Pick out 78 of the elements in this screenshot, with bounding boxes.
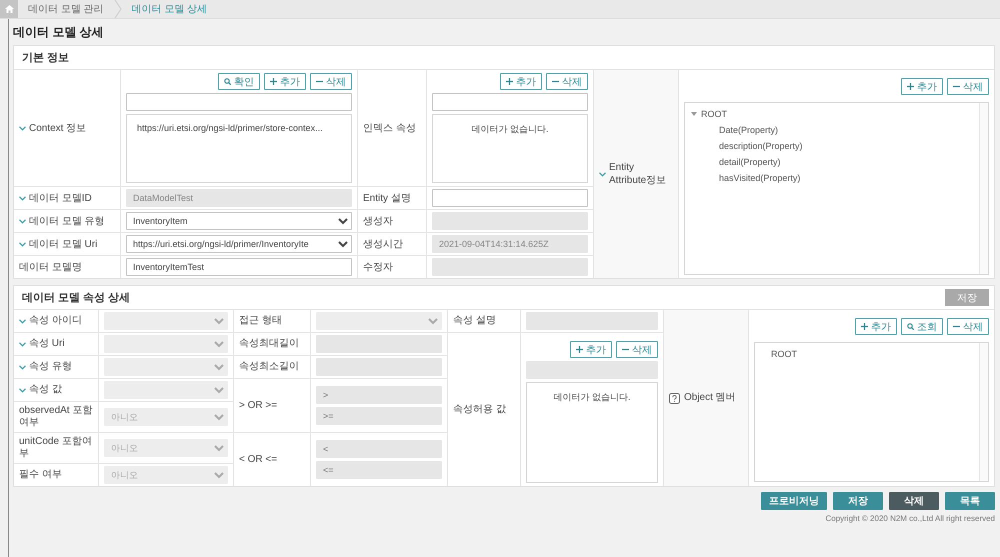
minus-icon bbox=[622, 346, 629, 353]
help-icon bbox=[669, 392, 680, 404]
field-label: 속성 Uri bbox=[29, 338, 65, 350]
page-title: 데이터 모델 상세 bbox=[13, 24, 105, 41]
add-button[interactable]: 추가 bbox=[855, 318, 897, 335]
dropdown[interactable]: https://uri.etsi.org/ngsi-ld/primer/InventoryIte bbox=[126, 235, 352, 253]
tree-node[interactable]: detail(Property) bbox=[719, 154, 781, 170]
tree-node[interactable]: ROOT bbox=[771, 346, 797, 362]
search-icon bbox=[224, 78, 231, 85]
text-field[interactable] bbox=[432, 189, 588, 207]
add-button[interactable]: 추가 bbox=[500, 73, 542, 90]
field-label: 데이터 모델 Uri bbox=[29, 238, 98, 251]
field-label: 속성최소길이 bbox=[239, 361, 299, 373]
field-label: > OR >= bbox=[239, 400, 278, 412]
action-button[interactable]: 삭제 bbox=[889, 492, 939, 510]
dropdown[interactable]: InventoryItem bbox=[126, 212, 352, 230]
plus-icon bbox=[270, 78, 277, 85]
delete-button[interactable]: 삭제 bbox=[310, 73, 352, 90]
add-button[interactable]: 추가 bbox=[264, 73, 306, 90]
search-icon bbox=[907, 323, 914, 330]
action-button[interactable]: 저장 bbox=[833, 492, 883, 510]
plus-icon bbox=[506, 78, 513, 85]
field-label: 데이터 모델ID bbox=[29, 192, 92, 205]
breadcrumb-item[interactable]: 데이터 모델 관리 bbox=[18, 2, 114, 16]
field-label: observedAt 포함여부 bbox=[19, 405, 93, 429]
home-icon bbox=[4, 5, 14, 13]
field-label: 속성최대길이 bbox=[239, 338, 299, 350]
field-label: Object 멤버 bbox=[684, 392, 736, 404]
action-button[interactable]: 목록 bbox=[945, 492, 995, 510]
field-label: 데이터 모델 유형 bbox=[29, 215, 105, 228]
search-button[interactable]: 확인 bbox=[218, 73, 260, 90]
plus-icon bbox=[861, 323, 868, 330]
field-label: 생성자 bbox=[363, 215, 393, 228]
field-label: 데이터 모델명 bbox=[19, 261, 82, 274]
field-label: < OR <= bbox=[239, 454, 278, 466]
field-label: 생성시간 bbox=[363, 238, 403, 251]
text-field[interactable] bbox=[126, 93, 352, 111]
empty-message: 데이터가 없습니다. bbox=[471, 124, 548, 134]
section-title: 데이터 모델 속성 상세 bbox=[22, 291, 130, 305]
tree-node[interactable]: ROOT bbox=[701, 106, 727, 122]
plus-icon bbox=[576, 346, 583, 353]
tree-node[interactable]: hasVisited(Property) bbox=[719, 170, 800, 186]
field-label: 속성 값 bbox=[29, 384, 62, 396]
minus-icon bbox=[953, 323, 960, 330]
list-item[interactable]: https://uri.etsi.org/ngsi-ld/primer/store-contex... bbox=[137, 123, 341, 133]
delete-button[interactable]: 삭제 bbox=[947, 318, 989, 335]
tree-node[interactable]: description(Property) bbox=[719, 138, 803, 154]
delete-button[interactable]: 삭제 bbox=[947, 78, 989, 95]
field-label: 필수 여부 bbox=[19, 469, 62, 481]
field-label: 접근 형태 bbox=[239, 315, 282, 327]
delete-button[interactable]: 삭제 bbox=[546, 73, 588, 90]
minus-icon bbox=[552, 78, 559, 85]
field-label: 속성 설명 bbox=[453, 315, 496, 327]
add-button[interactable]: 추가 bbox=[570, 341, 612, 358]
separator-icon bbox=[114, 0, 122, 18]
field-label: Context 정보 bbox=[29, 122, 86, 135]
action-button[interactable]: 프로비저닝 bbox=[761, 492, 827, 510]
home-button[interactable] bbox=[0, 0, 18, 18]
copyright-text: Copyright © 2020 N2M co.,Ltd All right reserved bbox=[825, 514, 995, 524]
field-label: Entity 설명 bbox=[363, 192, 411, 205]
search-button[interactable]: 조회 bbox=[901, 318, 943, 335]
field-label: 수정자 bbox=[363, 261, 393, 274]
text-field[interactable]: InventoryItemTest bbox=[126, 258, 352, 276]
field-label: 속성허용 값 bbox=[453, 404, 506, 416]
field-label: Entity Attribute정보 bbox=[609, 162, 668, 186]
field-label: 속성 아이디 bbox=[29, 315, 82, 327]
tree-node[interactable]: Date(Property) bbox=[719, 122, 778, 138]
field-label: 속성 유형 bbox=[29, 361, 72, 373]
delete-button[interactable]: 삭제 bbox=[616, 341, 658, 358]
field-label: unitCode 포함여부 bbox=[19, 436, 93, 460]
add-button[interactable]: 추가 bbox=[901, 78, 943, 95]
empty-message: 데이터가 없습니다. bbox=[553, 392, 630, 402]
minus-icon bbox=[953, 83, 960, 90]
field-label: 인덱스 속성 bbox=[363, 122, 416, 135]
text-field[interactable] bbox=[432, 93, 588, 111]
breadcrumb-item[interactable]: 데이터 모델 상세 bbox=[122, 2, 218, 16]
minus-icon bbox=[316, 78, 323, 85]
plus-icon bbox=[907, 83, 914, 90]
